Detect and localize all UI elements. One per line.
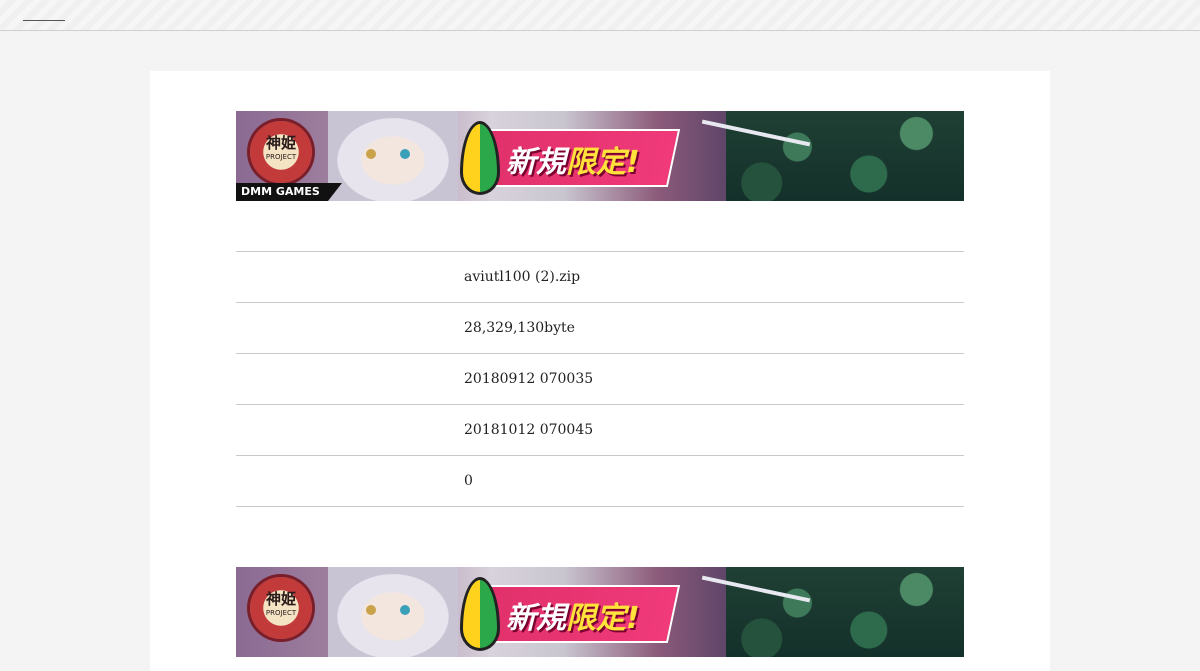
row-key xyxy=(236,251,464,303)
upload-date-value: 20180912 070035 xyxy=(464,353,964,405)
row-key xyxy=(236,404,464,456)
banner-promo-white: 新規 xyxy=(506,601,566,636)
table-row: 20180912 070035 xyxy=(236,353,964,405)
ad-banner-top[interactable]: 神姫 PROJECT 新規限定! DMM GAMES xyxy=(236,111,964,201)
banner-character-eye xyxy=(400,605,410,615)
banner-forest-art xyxy=(726,567,964,657)
banner-emblem xyxy=(250,121,312,183)
banner-character-eye xyxy=(366,149,376,159)
banner-emblem-title: 神姫 xyxy=(265,590,296,608)
file-size-value: 28,329,130byte xyxy=(464,302,964,354)
file-info-table: aviutl100 (2).zip 28,329,130byte 2018091… xyxy=(236,251,964,507)
table-row: aviutl100 (2).zip xyxy=(236,251,964,303)
banner-character-art xyxy=(328,567,458,657)
banner-character-art xyxy=(328,111,458,201)
banner-character-eye xyxy=(366,605,376,615)
row-key xyxy=(236,302,464,354)
banner-promo-white: 新規 xyxy=(506,145,566,180)
row-key xyxy=(236,455,464,507)
table-row: 20181012 070045 xyxy=(236,404,964,456)
expiry-date-value: 20181012 070045 xyxy=(464,404,964,456)
top-bar xyxy=(0,0,1200,31)
main-content: 神姫 PROJECT 新規限定! DMM GAMES aviutl100 (2)… xyxy=(150,71,1050,671)
file-name-value: aviutl100 (2).zip xyxy=(464,251,964,303)
banner-emblem-subtitle: PROJECT xyxy=(265,153,297,161)
row-key xyxy=(236,353,464,405)
table-row: 0 xyxy=(236,455,964,507)
download-count-value: 0 xyxy=(464,455,964,507)
banner-forest-art xyxy=(726,111,964,201)
banner-promo-text: 新規限定! xyxy=(506,137,640,181)
banner-brand-label: DMM GAMES xyxy=(236,183,342,201)
table-row: 28,329,130byte xyxy=(236,302,964,354)
ad-banner-bottom[interactable]: 神姫 PROJECT 新規限定! xyxy=(236,567,964,657)
banner-promo-text: 新規限定! xyxy=(506,593,640,637)
banner-promo-highlight: 限定! xyxy=(566,145,640,180)
menu-link[interactable] xyxy=(23,20,65,21)
banner-emblem-subtitle: PROJECT xyxy=(265,609,297,617)
banner-emblem-title: 神姫 xyxy=(265,134,296,152)
banner-promo-highlight: 限定! xyxy=(566,601,640,636)
banner-character-eye xyxy=(400,149,410,159)
